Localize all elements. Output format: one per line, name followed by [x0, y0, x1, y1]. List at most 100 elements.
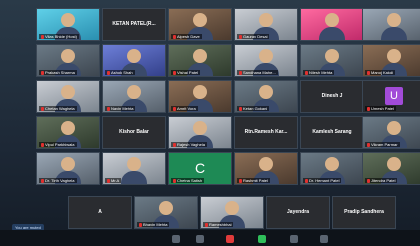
participant-tile[interactable]: A — [68, 196, 132, 229]
meeting-toolbar — [0, 230, 420, 246]
participant-name: Dinesh J — [321, 93, 343, 99]
participant-name: Rajesh Vaghela — [171, 142, 207, 147]
participant-tile[interactable]: Dr. Tirth Vaghela — [36, 152, 100, 185]
participant-tile[interactable]: Manoj Kakdi — [362, 44, 420, 77]
participant-tile[interactable]: Nilesh Mehta — [300, 44, 364, 77]
muted-mic-icon — [305, 178, 308, 183]
participant-tile[interactable]: Sandhana Mahe... — [234, 44, 298, 77]
participant-tile[interactable] — [300, 8, 364, 41]
muted-mic-icon — [367, 178, 370, 183]
participant-tile[interactable]: Alpesh Dave — [168, 8, 232, 41]
participant-avatar — [187, 121, 213, 148]
participant-tile[interactable]: Pradip Sandhera — [332, 196, 396, 229]
participant-avatar — [55, 157, 81, 184]
participant-tile[interactable]: Navin Mehta — [102, 80, 166, 113]
participant-tile[interactable]: Rameshbhai — [200, 196, 264, 229]
chat-icon[interactable] — [290, 235, 298, 243]
muted-mic-icon — [173, 106, 176, 111]
participant-tile[interactable]: C Chetna Satish — [168, 152, 232, 185]
muted-mic-icon — [107, 178, 110, 183]
muted-mic-icon — [107, 70, 110, 75]
muted-mic-icon — [41, 106, 44, 111]
participant-tile[interactable]: Vilas Bhide (Host) — [36, 8, 100, 41]
participant-name: Nilesh Mehta — [303, 70, 335, 75]
participant-tile[interactable]: Vikram Parmar — [362, 116, 420, 149]
participant-tile[interactable]: Rajesh Vaghela — [168, 116, 232, 149]
participant-avatar — [55, 13, 81, 40]
participant-tile[interactable]: Prakash Sharma — [36, 44, 100, 77]
participant-avatar — [253, 157, 279, 184]
participant-tile[interactable] — [362, 8, 420, 41]
participant-avatar — [219, 201, 245, 228]
participant-avatar — [55, 121, 81, 148]
participant-name: Vishal Patel — [171, 70, 201, 75]
record-icon[interactable] — [226, 235, 234, 243]
muted-mic-icon — [41, 70, 44, 75]
participant-tile[interactable]: Vipul Parkhiwala — [36, 116, 100, 149]
muted-mic-icon — [173, 34, 176, 39]
participant-avatar — [187, 85, 213, 112]
participant-tile[interactable]: Kishor Balar — [102, 116, 166, 149]
muted-mic-icon — [305, 70, 308, 75]
participant-initial: C — [194, 160, 206, 176]
participant-name: Pradip Sandhera — [344, 209, 384, 215]
participant-tile[interactable]: Jitendra Patel — [362, 152, 420, 185]
participant-avatar — [319, 49, 345, 76]
muted-mic-icon — [173, 142, 176, 147]
participant-tile[interactable]: Bhavin Mehta — [134, 196, 198, 229]
participant-tile[interactable]: Jayendra — [266, 196, 330, 229]
participant-tile[interactable]: Gaurav Desai — [234, 8, 298, 41]
muted-mic-icon — [41, 142, 44, 147]
participant-avatar — [121, 157, 147, 184]
participant-tile[interactable]: Ashok Shah — [102, 44, 166, 77]
participant-name: Ketan Gokani — [237, 106, 270, 111]
participant-name: A — [98, 209, 102, 215]
muted-mic-icon — [367, 70, 370, 75]
more-icon[interactable] — [320, 235, 328, 243]
muted-mic-icon — [239, 106, 242, 111]
participant-avatar — [55, 49, 81, 76]
participant-tile[interactable]: KETAN PATEL(R... — [102, 8, 166, 41]
participant-tile[interactable]: Mr.A — [102, 152, 166, 185]
participant-name: Vikram Parmar — [365, 142, 400, 147]
participant-tile[interactable]: Chetan Waghela — [36, 80, 100, 113]
participant-avatar — [55, 85, 81, 112]
participant-tile[interactable]: Amrit Vora — [168, 80, 232, 113]
participant-avatar — [121, 49, 147, 76]
participant-tile[interactable]: Vishal Patel — [168, 44, 232, 77]
participant-tile[interactable]: Dr. Hemant Patel — [300, 152, 364, 185]
participant-name: Umesh Patel — [365, 106, 396, 111]
participant-name: Rameshbhai — [203, 222, 234, 227]
participant-tile[interactable]: Rashmit Patel — [234, 152, 298, 185]
participants-icon[interactable] — [196, 235, 204, 243]
participant-avatar — [187, 13, 213, 40]
muted-mic-icon — [41, 178, 44, 183]
participant-avatar — [121, 85, 147, 112]
participant-tile[interactable]: Rtn.Ramesh Kar... — [234, 116, 298, 149]
participant-name: Prakash Sharma — [39, 70, 77, 75]
participant-name: Amrit Vora — [171, 106, 198, 111]
muted-mic-icon — [239, 34, 242, 39]
participant-name: Jitendra Patel — [365, 178, 398, 183]
muted-mic-icon — [173, 70, 176, 75]
participant-name: Rashmit Patel — [237, 178, 270, 183]
participant-name: Dr. Hemant Patel — [303, 178, 342, 183]
participant-avatar — [319, 13, 345, 40]
muted-mic-icon — [41, 34, 44, 39]
participant-name: Kamlesh Sarang — [312, 129, 352, 135]
participant-name: Kishor Balar — [119, 129, 149, 135]
participant-name: Alpesh Dave — [171, 34, 202, 39]
participant-name: Sandhana Mahe... — [237, 70, 278, 75]
muted-mic-icon — [205, 222, 208, 227]
participant-avatar — [319, 157, 345, 184]
muted-mic-icon — [173, 178, 176, 183]
participant-name: Ashok Shah — [105, 70, 135, 75]
participant-name: Vipul Parkhiwala — [39, 142, 77, 147]
participant-tile[interactable]: Ketan Gokani — [234, 80, 298, 113]
participant-tile[interactable]: U Umesh Patel — [362, 80, 420, 113]
participant-tile[interactable]: Dinesh J — [300, 80, 364, 113]
participant-tile[interactable]: Kamlesh Sarang — [300, 116, 364, 149]
share-screen-icon[interactable] — [258, 235, 266, 243]
participant-initial: U — [385, 87, 403, 105]
mic-icon[interactable] — [172, 235, 180, 243]
